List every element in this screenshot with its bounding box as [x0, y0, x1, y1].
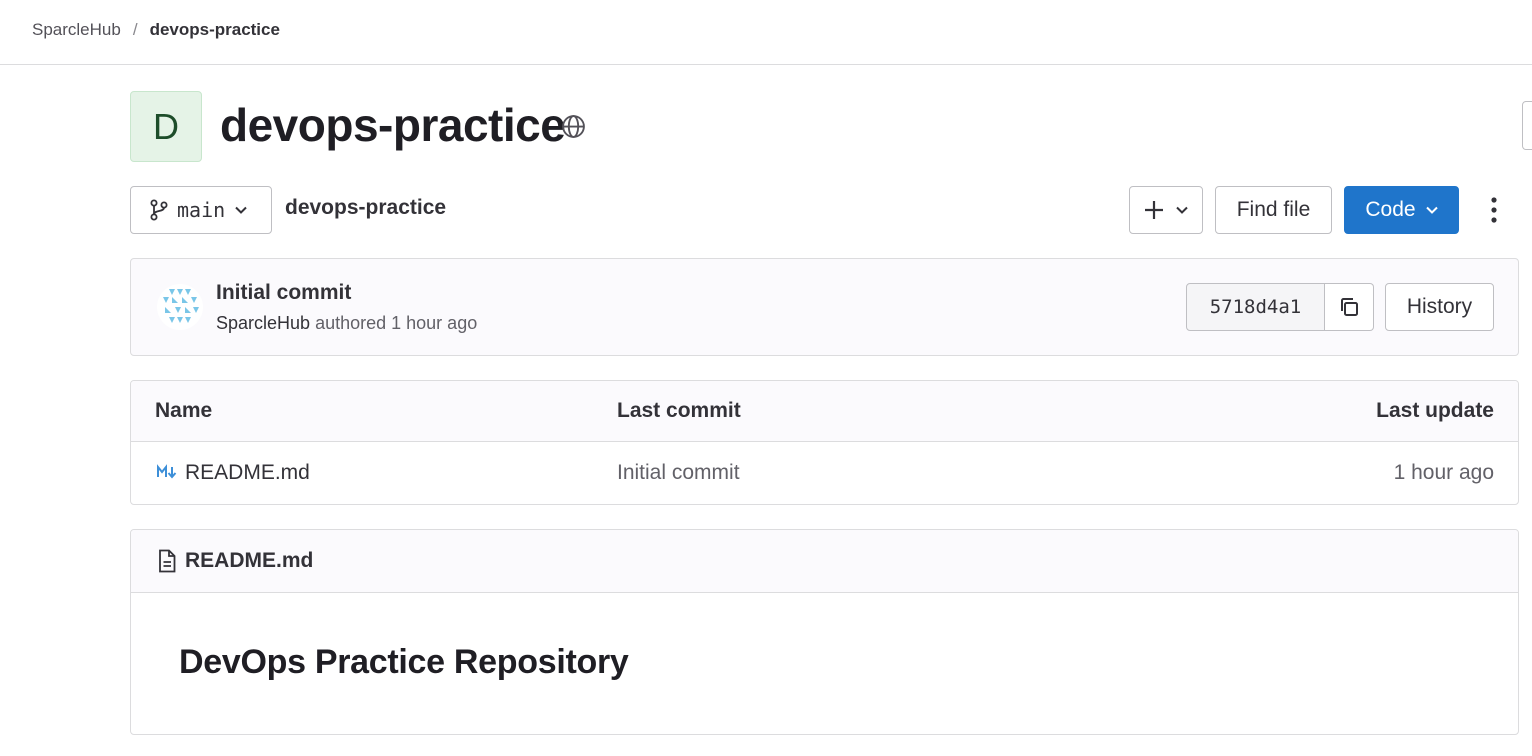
- branch-selector[interactable]: main: [130, 186, 272, 234]
- readme-header: README.md: [131, 530, 1518, 593]
- readme-filename-link[interactable]: README.md: [185, 549, 313, 573]
- file-last-update: 1 hour ago: [1393, 461, 1494, 484]
- file-name-link[interactable]: README.md: [185, 461, 310, 485]
- markdown-icon: [157, 464, 177, 479]
- breadcrumb-group-link[interactable]: SparcleHub: [32, 20, 121, 40]
- add-dropdown-button[interactable]: [1129, 186, 1203, 234]
- branch-name: main: [177, 198, 226, 222]
- code-dropdown-button[interactable]: Code: [1344, 186, 1459, 234]
- breadcrumb: SparcleHub / devops-practice: [32, 20, 280, 40]
- copy-icon: [1341, 298, 1358, 316]
- project-actions-button[interactable]: [1522, 101, 1532, 150]
- chevron-down-icon: [1425, 206, 1438, 214]
- project-avatar[interactable]: D: [130, 91, 202, 162]
- author-avatar[interactable]: [155, 283, 205, 331]
- breadcrumb-separator: /: [132, 20, 138, 39]
- table-row[interactable]: README.md Initial commit 1 hour ago: [131, 442, 1518, 504]
- commit-meta: SparcleHub authored 1 hour ago: [216, 313, 477, 334]
- column-header-last-update: Last update: [1376, 399, 1494, 422]
- readme-heading: DevOps Practice Repository: [179, 643, 629, 681]
- document-icon: [159, 549, 176, 573]
- column-header-last-commit: Last commit: [617, 399, 741, 422]
- repo-path-link[interactable]: devops-practice: [285, 196, 446, 220]
- column-header-name: Name: [155, 399, 213, 422]
- top-bar: SparcleHub / devops-practice: [0, 0, 1532, 65]
- file-tree-table: Name Last commit Last update README.md I…: [130, 380, 1519, 505]
- branch-icon: [150, 199, 168, 221]
- commit-sha-group: 5718d4a1: [1186, 283, 1374, 331]
- code-button-label: Code: [1365, 198, 1416, 221]
- chevron-down-icon: [1176, 206, 1188, 214]
- history-button[interactable]: History: [1385, 283, 1494, 331]
- copy-sha-button[interactable]: [1325, 283, 1374, 331]
- project-title: devops-practice: [220, 99, 566, 151]
- readme-card: README.md DevOps Practice Repository: [130, 529, 1519, 735]
- commit-title-link[interactable]: Initial commit: [216, 281, 351, 305]
- file-last-commit-link[interactable]: Initial commit: [617, 461, 740, 485]
- globe-icon: [562, 115, 585, 138]
- table-header: Name Last commit Last update: [131, 381, 1518, 442]
- breadcrumb-project-link[interactable]: devops-practice: [150, 20, 280, 40]
- plus-icon: [1145, 201, 1163, 219]
- chevron-down-icon: [235, 206, 247, 214]
- find-file-button[interactable]: Find file: [1215, 186, 1332, 234]
- last-commit-card: Initial commit SparcleHub authored 1 hou…: [130, 258, 1519, 356]
- commit-authored-text: authored 1 hour ago: [315, 313, 478, 333]
- more-actions-icon[interactable]: [1484, 196, 1504, 224]
- commit-sha[interactable]: 5718d4a1: [1186, 283, 1325, 331]
- commit-author-link[interactable]: SparcleHub: [216, 313, 310, 333]
